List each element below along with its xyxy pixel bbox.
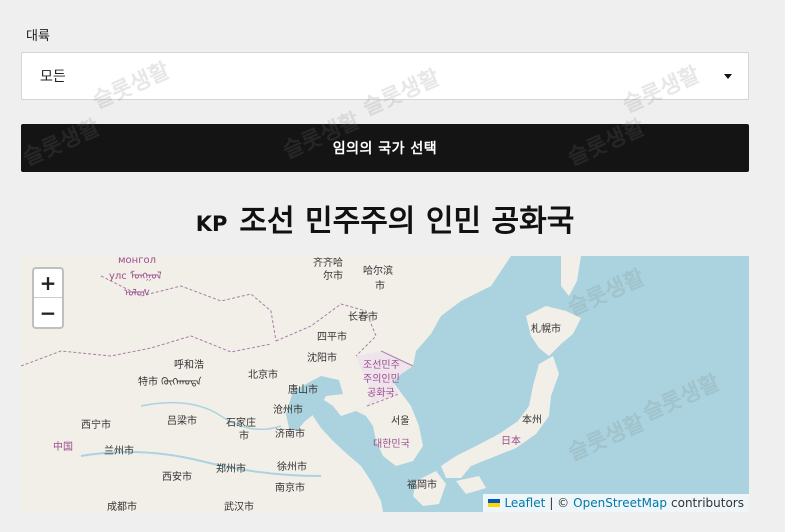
map-label: 徐州市 — [277, 460, 307, 473]
map-label: 武汉市 — [224, 500, 254, 512]
leaflet-link[interactable]: Leaflet — [504, 496, 545, 510]
map-label: 齐齐哈 — [313, 256, 343, 269]
chevron-down-icon — [724, 74, 732, 79]
map-label: 札幌市 — [531, 322, 561, 335]
map-label: 서울 — [391, 415, 409, 427]
map-label: 尔市 — [323, 269, 343, 282]
map-label: 北京市 — [248, 368, 278, 381]
map-label: 长春市 — [348, 310, 378, 323]
map-label: 市 — [375, 279, 385, 292]
map-label: монгол — [118, 256, 156, 266]
map-label: улс ᠮᠣᠩᠭᠣᠯ — [109, 270, 162, 282]
map-label: 주의인민 — [363, 373, 400, 385]
map-label: 兰州市 — [104, 444, 134, 457]
map[interactable]: монгол улс ᠮᠣᠩᠭᠣᠯ ᠤᠯᠤᠰ 齐齐哈 尔市 哈尔滨 市 长春市 … — [21, 256, 749, 512]
map-label: 沧州市 — [273, 403, 303, 416]
map-label: 西安市 — [162, 470, 192, 483]
osm-link[interactable]: OpenStreetMap — [573, 496, 667, 510]
map-label: 石家庄 — [226, 416, 256, 429]
map-label: 本州 — [522, 413, 542, 426]
country-name: 조선 민주주의 인민 공화국 — [239, 204, 575, 239]
map-label: 日本 — [501, 434, 521, 447]
map-label: ᠤᠯᠤᠰ — [124, 287, 150, 299]
map-label: 哈尔滨 — [363, 264, 393, 277]
map-label: 济南市 — [275, 427, 305, 440]
attribution-contributors: contributors — [671, 496, 744, 510]
zoom-in-button[interactable]: + — [34, 269, 62, 298]
map-label: 南京市 — [275, 481, 305, 494]
map-label: 沈阳市 — [307, 351, 337, 364]
map-label: 市 — [239, 429, 249, 442]
map-zoom-control: + − — [32, 267, 64, 329]
map-label: 四平市 — [317, 330, 347, 343]
map-tiles: монгол улс ᠮᠣᠩᠭᠣᠯ ᠤᠯᠤᠰ 齐齐哈 尔市 哈尔滨 市 长春市 … — [21, 256, 581, 512]
map-label: 吕梁市 — [167, 414, 197, 427]
country-code: KP — [195, 212, 228, 236]
map-label: 成都市 — [107, 500, 137, 512]
map-label: 福岡市 — [407, 478, 437, 491]
continent-label: 대륙 — [26, 29, 50, 44]
continent-select-value: 모든 — [40, 69, 66, 85]
random-country-button[interactable]: 임의의 국가 선택 — [21, 124, 749, 172]
map-label: 唐山市 — [288, 383, 318, 396]
country-title: KP 조선 민주주의 인민 공화국 — [0, 196, 770, 240]
attribution-separator: | © — [549, 496, 570, 510]
map-label: 特市 ᠬᠥᠬᠡᠬᠣᠲᠠ — [138, 375, 202, 388]
map-label: 中国 — [53, 440, 73, 453]
map-label: 조선민주 — [363, 359, 400, 371]
map-label: 공화국 — [367, 387, 395, 399]
map-label: 呼和浩 — [174, 359, 204, 371]
continent-select[interactable]: 모든 — [21, 52, 749, 100]
map-label: 대한민국 — [373, 438, 410, 450]
map-label: 郑州市 — [216, 462, 246, 475]
map-attribution: Leaflet | © OpenStreetMap contributors — [483, 494, 749, 512]
ukraine-flag-icon — [488, 499, 501, 507]
map-label: 西宁市 — [81, 418, 111, 431]
zoom-out-button[interactable]: − — [34, 298, 62, 327]
